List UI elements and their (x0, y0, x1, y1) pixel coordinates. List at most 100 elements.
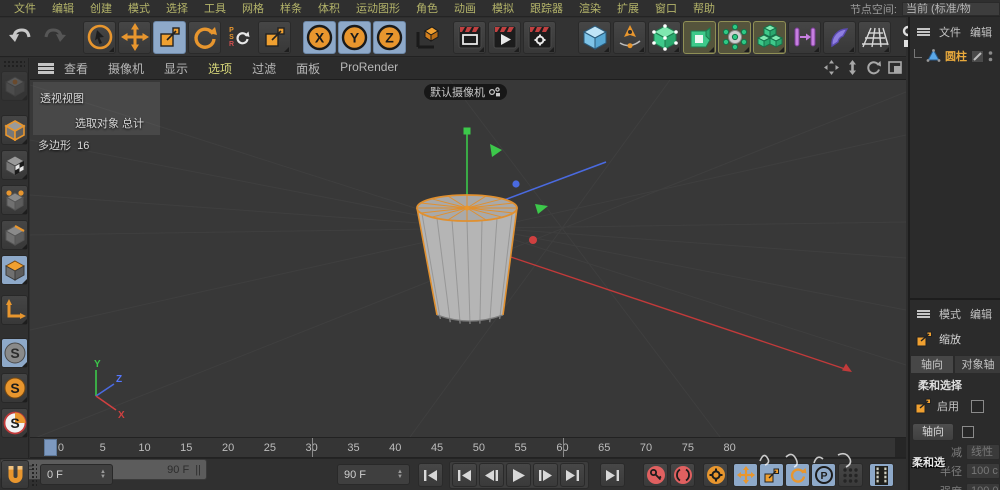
record-key-button[interactable] (643, 463, 668, 487)
om-edit-menu[interactable]: 编辑 (970, 24, 992, 40)
prev-frame-button[interactable] (479, 463, 504, 487)
menu-item[interactable]: 渲染 (579, 0, 601, 16)
model-mode-button[interactable] (1, 115, 28, 145)
frame-spinner[interactable]: ▲▼ (100, 470, 106, 480)
menu-item[interactable]: 工具 (204, 0, 226, 16)
make-editable-button[interactable] (1, 71, 28, 101)
prev-key-button[interactable] (452, 463, 477, 487)
lock-y-axis-button[interactable]: Y (338, 21, 371, 54)
next-frame-button[interactable] (533, 463, 558, 487)
y-axis-handle[interactable] (464, 128, 471, 135)
end-frame-field[interactable]: 90 F ▲▼ (337, 464, 410, 485)
enable-checkbox[interactable] (971, 400, 984, 413)
viewport-solo-off-button[interactable]: S (1, 338, 28, 368)
viewport-menu-item[interactable]: ProRender (340, 60, 398, 77)
spline-pen-button[interactable] (613, 21, 646, 54)
psr-reset-button[interactable]: PSR (223, 21, 256, 54)
field-button[interactable] (823, 21, 856, 54)
menu-item[interactable]: 样条 (280, 0, 302, 16)
viewport-menu-item[interactable]: 摄像机 (108, 60, 144, 77)
points-mode-button[interactable] (1, 185, 28, 215)
coordinate-system-button[interactable] (408, 21, 441, 54)
menu-item[interactable]: 运动图形 (356, 0, 400, 16)
enable-axis-button[interactable] (1, 295, 28, 325)
live-selection-button[interactable] (83, 21, 116, 54)
blue-dot-handle[interactable] (512, 180, 519, 187)
am-edit-menu[interactable]: 编辑 (970, 306, 992, 322)
menu-item[interactable]: 跟踪器 (530, 0, 563, 16)
rotate-tool-button[interactable] (188, 21, 221, 54)
axis-checkbox[interactable] (962, 426, 974, 438)
camera-label-pill[interactable]: 默认摄像机 (424, 84, 507, 100)
play-button[interactable] (506, 463, 531, 487)
viewport-canvas[interactable]: Y Z X (30, 80, 906, 437)
am-burger-icon[interactable] (917, 310, 930, 319)
object-edit-icon[interactable] (971, 50, 984, 63)
menu-item[interactable]: 网格 (242, 0, 264, 16)
toolbar-grip[interactable] (31, 463, 37, 487)
om-file-menu[interactable]: 文件 (939, 24, 961, 40)
viewport-solo-single-button[interactable]: S (1, 373, 28, 403)
render-settings-button[interactable] (523, 21, 556, 54)
visibility-dots-icon[interactable] (988, 50, 993, 63)
x-axis-line[interactable] (475, 245, 848, 370)
volume-button[interactable] (753, 21, 786, 54)
om-burger-icon[interactable] (917, 28, 930, 37)
red-dot-handle[interactable] (529, 236, 537, 244)
texture-mode-button[interactable] (1, 150, 28, 180)
strength-field[interactable]: 100.0 (966, 483, 1000, 490)
menu-item[interactable]: 模拟 (492, 0, 514, 16)
goto-end-button[interactable] (600, 463, 625, 487)
goto-start-button[interactable] (418, 463, 443, 487)
redo-button[interactable] (38, 21, 71, 54)
menu-item[interactable]: 编辑 (52, 0, 74, 16)
menu-item[interactable]: 动画 (454, 0, 476, 16)
menu-item[interactable]: 窗口 (655, 0, 677, 16)
viewport-menu-item[interactable]: 选项 (208, 60, 232, 77)
current-frame-field[interactable]: 0 F ▲▼ (40, 464, 113, 485)
timeline-playhead[interactable] (44, 439, 57, 456)
rotate-view-icon[interactable] (866, 60, 881, 75)
object-tree-row[interactable]: 圆柱 (910, 47, 1000, 65)
undo-button[interactable] (3, 21, 36, 54)
render-view-button[interactable] (453, 21, 486, 54)
next-key-button[interactable] (560, 463, 585, 487)
generator-button[interactable] (683, 21, 716, 54)
am-mode-menu[interactable]: 模式 (939, 306, 961, 322)
add-primitive-button[interactable] (578, 21, 611, 54)
lock-x-axis-button[interactable]: X (303, 21, 336, 54)
tab-object-axis[interactable]: 对象轴 (954, 355, 1000, 373)
menu-item[interactable]: 体积 (318, 0, 340, 16)
radius-field[interactable]: 100 c (966, 463, 1000, 479)
deformer-button[interactable] (788, 21, 821, 54)
snap-button[interactable] (1, 460, 29, 489)
falloff-dropdown[interactable]: 线性 (966, 444, 1000, 460)
edge-mode-button[interactable] (1, 220, 28, 250)
move-tool-button[interactable] (118, 21, 151, 54)
panel-divider[interactable] (910, 298, 1000, 300)
viewport-menu-item[interactable]: 显示 (164, 60, 188, 77)
tab-axis[interactable]: 轴向 (910, 355, 954, 373)
sidebar-grip[interactable] (3, 60, 25, 68)
menu-item[interactable]: 帮助 (693, 0, 715, 16)
viewport-solo-hierarchy-button[interactable]: S (1, 408, 28, 438)
render-picture-viewer-button[interactable] (488, 21, 521, 54)
node-space-dropdown[interactable]: 当前 (标准/物 (902, 2, 1000, 16)
menu-item[interactable]: 创建 (90, 0, 112, 16)
lock-z-axis-button[interactable]: Z (373, 21, 406, 54)
menu-item[interactable]: 角色 (416, 0, 438, 16)
end-frame-spinner[interactable]: ▲▼ (397, 470, 403, 480)
polygon-mode-button[interactable] (1, 255, 28, 285)
viewport-menu-item[interactable]: 查看 (64, 60, 88, 77)
green-arrow-handle[interactable] (535, 204, 548, 214)
pan-view-icon[interactable] (824, 60, 839, 75)
object-name[interactable]: 圆柱 (945, 48, 967, 64)
viewport-menu-item[interactable]: 面板 (296, 60, 320, 77)
subdivision-surface-button[interactable] (648, 21, 681, 54)
menu-item[interactable]: 扩展 (617, 0, 639, 16)
scale-mini-button[interactable] (258, 21, 291, 54)
scale-tool-button[interactable] (153, 21, 186, 54)
menu-item[interactable]: 文件 (14, 0, 36, 16)
viewport-menu-item[interactable]: 过滤 (252, 60, 276, 77)
viewport-burger-icon[interactable] (38, 63, 54, 74)
